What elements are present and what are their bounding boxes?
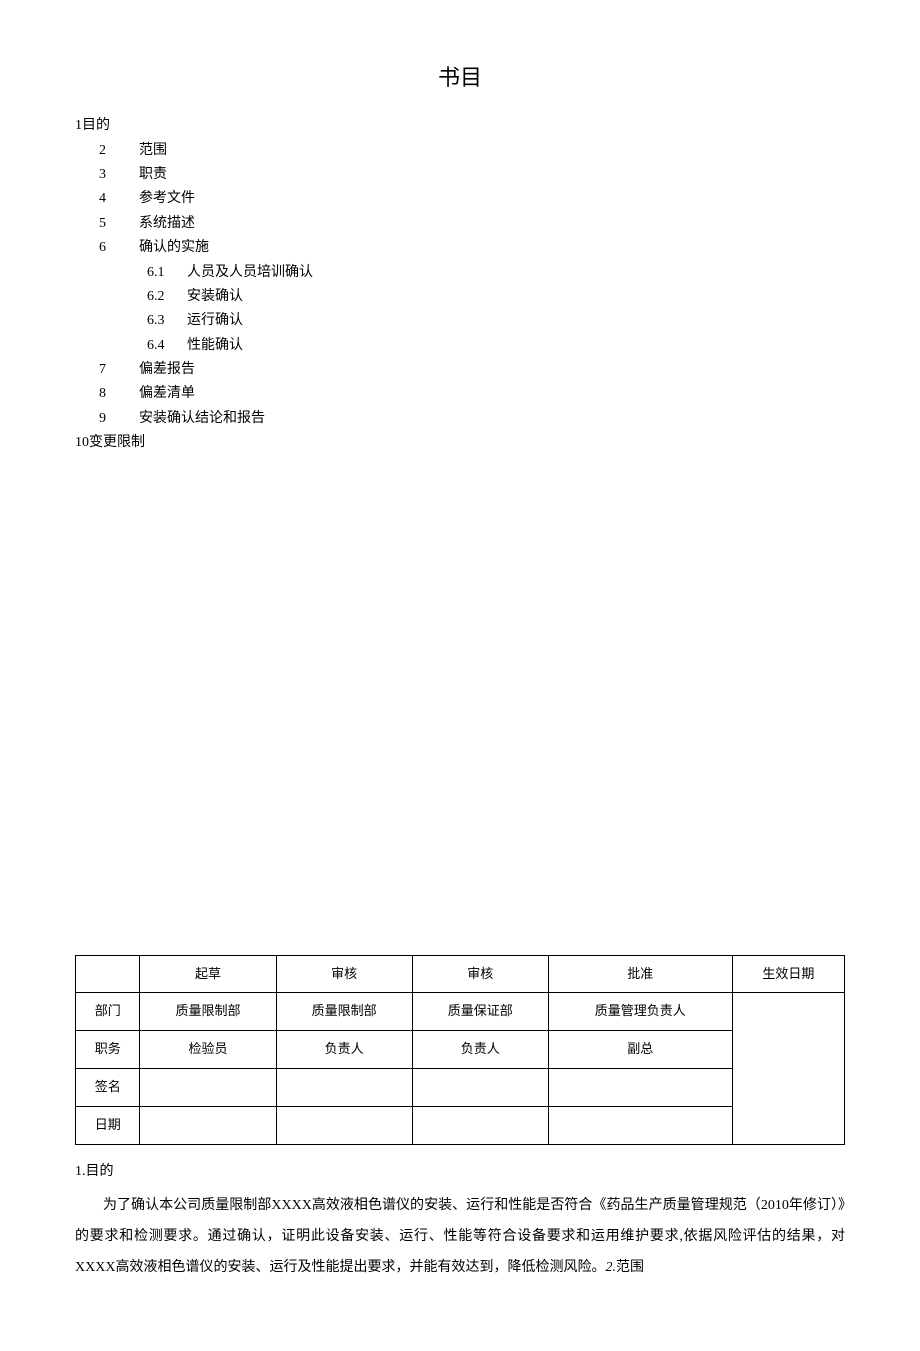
table-cell: 质量限制部 — [276, 993, 412, 1031]
toc-sub-num: 6.2 — [147, 286, 187, 308]
toc-item-6-4: 6.4性能确认 — [75, 335, 845, 357]
toc-label: 参考文件 — [139, 191, 195, 206]
toc-item-1: 1目的 — [75, 115, 845, 137]
table-cell: 负责人 — [412, 1031, 548, 1069]
toc-sub-num: 6.3 — [147, 310, 187, 332]
table-cell: 负责人 — [276, 1031, 412, 1069]
table-cell — [412, 1106, 548, 1144]
document-title: 书目 — [75, 60, 845, 95]
table-cell: 质量管理负责人 — [548, 993, 732, 1031]
toc-sub-num: 6.1 — [147, 262, 187, 284]
table-rowhead-role: 职务 — [76, 1031, 140, 1069]
section-2-label-inline: 范围 — [616, 1260, 644, 1275]
toc-item-10: 10变更限制 — [75, 432, 845, 454]
table-of-contents: 1目的 2范围 3职责 4参考文件 5系统描述 6确认的实施 6.1人员及人员培… — [75, 115, 845, 454]
toc-label: 偏差清单 — [139, 386, 195, 401]
approval-table: 起草 审核 审核 批准 生效日期 部门 质量限制部 质量限制部 质量保证部 质量… — [75, 955, 845, 1145]
toc-num: 4 — [99, 188, 139, 210]
toc-label: 确认的实施 — [139, 240, 209, 255]
table-header-draft: 起草 — [140, 955, 276, 993]
table-header-review1: 审核 — [276, 955, 412, 993]
toc-num: 9 — [99, 408, 139, 430]
table-header-review2: 审核 — [412, 955, 548, 993]
toc-item-6-2: 6.2安装确认 — [75, 286, 845, 308]
toc-item-8: 8偏差清单 — [75, 383, 845, 405]
table-cell-blank — [76, 955, 140, 993]
table-rowhead-date: 日期 — [76, 1106, 140, 1144]
toc-num: 7 — [99, 359, 139, 381]
toc-item-3: 3职责 — [75, 164, 845, 186]
toc-num: 5 — [99, 213, 139, 235]
table-row: 日期 — [76, 1106, 845, 1144]
table-row: 职务 检验员 负责人 负责人 副总 — [76, 1031, 845, 1069]
toc-item-6: 6确认的实施 — [75, 237, 845, 259]
toc-num: 3 — [99, 164, 139, 186]
table-cell — [276, 1069, 412, 1107]
table-header-effective: 生效日期 — [732, 955, 844, 993]
toc-label: 人员及人员培训确认 — [187, 265, 313, 280]
table-rowhead-dept: 部门 — [76, 993, 140, 1031]
toc-item-6-3: 6.3运行确认 — [75, 310, 845, 332]
section-2-num-inline: 2. — [605, 1260, 616, 1275]
table-row: 签名 — [76, 1069, 845, 1107]
table-cell — [276, 1106, 412, 1144]
table-header-approve: 批准 — [548, 955, 732, 993]
toc-label: 运行确认 — [187, 313, 243, 328]
toc-item-5: 5系统描述 — [75, 213, 845, 235]
section-1-paragraph: 为了确认本公司质量限制部XXXX高效液相色谱仪的安装、运行和性能是否符合《药品生… — [75, 1191, 845, 1283]
table-cell: 副总 — [548, 1031, 732, 1069]
table-rowhead-sign: 签名 — [76, 1069, 140, 1107]
toc-item-4: 4参考文件 — [75, 188, 845, 210]
table-cell: 质量保证部 — [412, 993, 548, 1031]
table-cell — [412, 1069, 548, 1107]
toc-item-2: 2范围 — [75, 140, 845, 162]
toc-label: 系统描述 — [139, 216, 195, 231]
toc-label: 性能确认 — [187, 338, 243, 353]
table-row: 起草 审核 审核 批准 生效日期 — [76, 955, 845, 993]
toc-num: 6 — [99, 237, 139, 259]
table-cell — [548, 1069, 732, 1107]
table-cell — [140, 1106, 276, 1144]
paragraph-text: 为了确认本公司质量限制部XXXX高效液相色谱仪的安装、运行和性能是否符合《药品生… — [75, 1198, 845, 1275]
table-cell: 质量限制部 — [140, 993, 276, 1031]
toc-label: 职责 — [139, 167, 167, 182]
table-cell-effective-merged — [732, 993, 844, 1144]
table-cell — [140, 1069, 276, 1107]
table-cell — [548, 1106, 732, 1144]
toc-item-7: 7偏差报告 — [75, 359, 845, 381]
toc-label: 范围 — [139, 143, 167, 158]
toc-label: 偏差报告 — [139, 362, 195, 377]
toc-num: 8 — [99, 383, 139, 405]
table-cell: 检验员 — [140, 1031, 276, 1069]
toc-item-6-1: 6.1人员及人员培训确认 — [75, 262, 845, 284]
toc-item-9: 9安装确认结论和报告 — [75, 408, 845, 430]
section-1-heading: 1.目的 — [75, 1161, 845, 1183]
toc-label: 安装确认 — [187, 289, 243, 304]
toc-label: 安装确认结论和报告 — [139, 411, 265, 426]
table-row: 部门 质量限制部 质量限制部 质量保证部 质量管理负责人 — [76, 993, 845, 1031]
toc-num: 2 — [99, 140, 139, 162]
toc-sub-num: 6.4 — [147, 335, 187, 357]
